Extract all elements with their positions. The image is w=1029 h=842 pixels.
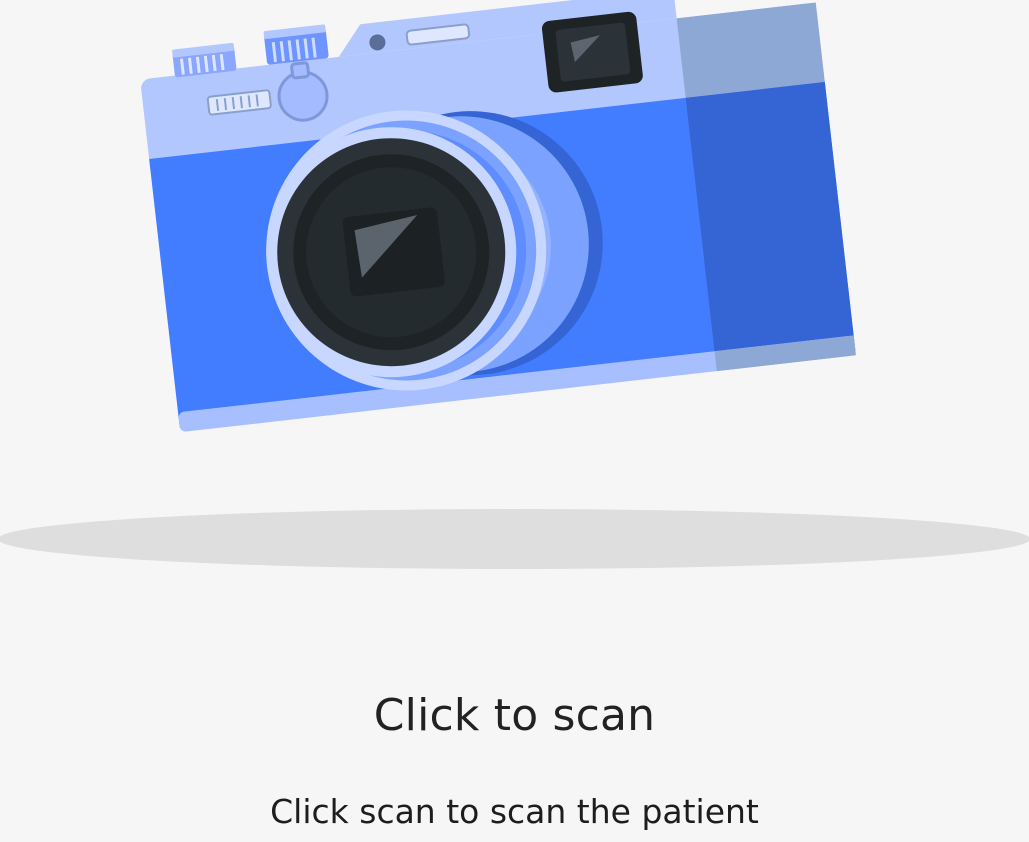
- scan-title: Click to scan: [373, 690, 656, 741]
- camera-shadow: [0, 509, 1029, 569]
- camera-body: [141, 0, 856, 432]
- scan-instructions: Click scan to scan the patient: [270, 792, 759, 831]
- camera-icon[interactable]: [0, 0, 1029, 600]
- scan-empty-state: Click to scan Click scan to scan the pat…: [0, 0, 1029, 842]
